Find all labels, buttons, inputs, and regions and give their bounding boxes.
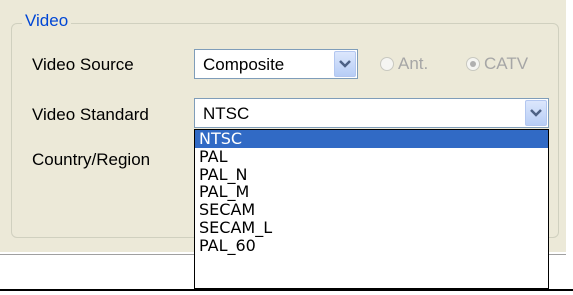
country-region-label: Country/Region	[32, 150, 151, 169]
video-standard-dropdown-list: NTSC PAL PAL_N PAL_M SECAM SECAM_L PAL_6…	[194, 129, 549, 289]
option-pal-m[interactable]: PAL_M	[195, 183, 548, 201]
panel-edge	[566, 0, 573, 253]
radio-ant-circle	[380, 57, 394, 71]
radio-catv-circle	[466, 57, 480, 71]
radio-ant-label: Ant.	[398, 54, 429, 73]
option-ntsc[interactable]: NTSC	[195, 130, 548, 148]
chevron-down-icon	[530, 109, 542, 117]
video-source-combo[interactable]: Composite	[194, 49, 358, 79]
chevron-down-icon	[339, 60, 351, 68]
radio-catv-dot	[470, 61, 476, 67]
option-secam[interactable]: SECAM	[195, 201, 548, 219]
radio-catv[interactable]: CATV	[466, 54, 528, 74]
radio-catv-label: CATV	[484, 54, 529, 73]
video-group-title: Video	[22, 11, 72, 31]
window-bottom-border	[0, 289, 573, 291]
option-pal-60[interactable]: PAL_60	[195, 236, 548, 255]
video-source-label: Video Source	[32, 55, 134, 74]
video-standard-label: Video Standard	[32, 105, 149, 124]
video-source-dropdown-button[interactable]	[334, 51, 356, 77]
option-pal-n[interactable]: PAL_N	[195, 165, 548, 184]
option-secam-l[interactable]: SECAM_L	[195, 219, 548, 237]
option-pal[interactable]: PAL	[195, 147, 548, 166]
video-standard-dropdown-button[interactable]	[525, 100, 547, 126]
video-standard-combo[interactable]: NTSC	[194, 98, 549, 128]
video-standard-value: NTSC	[203, 104, 250, 123]
video-source-value: Composite	[203, 55, 285, 74]
radio-ant[interactable]: Ant.	[380, 54, 428, 74]
